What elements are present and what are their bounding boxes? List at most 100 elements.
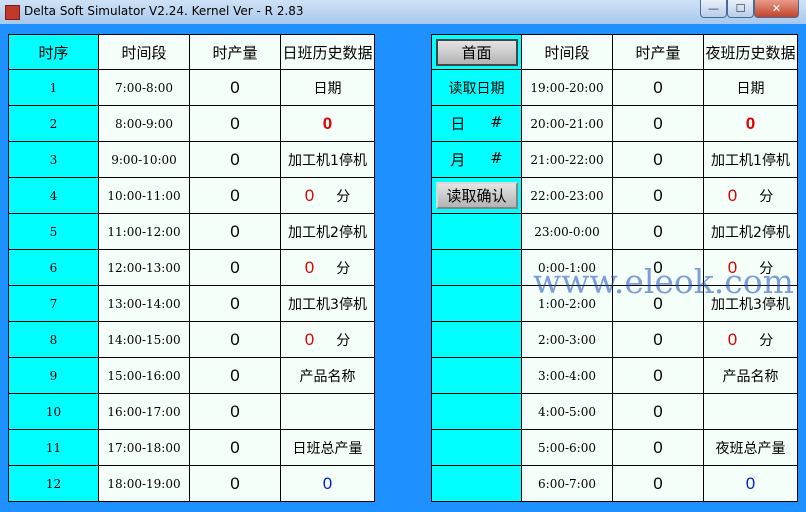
night-time-range: 3:00-4:00: [521, 357, 613, 394]
row-index: 11: [8, 429, 99, 466]
night-time-range: 6:00-7:00: [521, 465, 613, 502]
night-time-range: 5:00-6:00: [521, 429, 613, 466]
row-index: 4: [8, 177, 99, 214]
night-history-cell: 产品名称: [703, 357, 798, 394]
control-cell: [431, 285, 522, 322]
day-history-cell: 加工机1停机: [280, 141, 375, 178]
read-date-label: 读取日期: [448, 80, 505, 97]
control-cell: 日 #: [431, 105, 522, 142]
day-history-cell: 加工机2停机: [280, 213, 375, 250]
night-shift-table: 首面 时间段 时产量 夜班历史数据 读取日期 19:00-20:00 0 日期日 #20…: [431, 34, 798, 502]
day-history-cell: 0: [280, 465, 375, 502]
night-date-label: 日期: [736, 80, 765, 97]
day-product-name-label: 产品名称: [299, 368, 356, 385]
night-time-range: 23:00-0:00: [521, 213, 613, 250]
night-history-cell: 夜班总产量: [703, 429, 798, 466]
day-table-header: 时序 时间段 时产量 日班历史数据: [8, 34, 375, 70]
day-history-cell: 0分: [280, 177, 375, 214]
table-row: 5 11:00-12:00 0 加工机2停机: [8, 213, 375, 250]
table-row: 读取日期 19:00-20:00 0 日期: [431, 69, 798, 106]
day-history-cell: 加工机3停机: [280, 285, 375, 322]
read-confirm-button[interactable]: 读取确认: [435, 182, 518, 209]
day-machine3-stop-minutes: 0: [304, 329, 315, 349]
night-date-value: 0: [745, 113, 756, 133]
day-input[interactable]: 日 #: [433, 113, 521, 134]
hourly-output: 0: [189, 285, 281, 322]
table-row: 11 17:00-18:00 0 日班总产量: [8, 429, 375, 466]
night-hourly-output: 0: [612, 105, 704, 142]
night-history-cell: 加工机2停机: [703, 213, 798, 250]
table-row: 7 13:00-14:00 0 加工机3停机: [8, 285, 375, 322]
maximize-icon: ☐: [735, 2, 746, 15]
night-hourly-output: 0: [612, 141, 704, 178]
table-row: 8 14:00-15:00 0 0 分: [8, 321, 375, 358]
night-table-header: 首面 时间段 时产量 夜班历史数据: [431, 34, 798, 70]
day-shift-table: 时序 时间段 时产量 日班历史数据 1 7:00-8:00 0 日期 2 8:00-9:0…: [8, 34, 375, 502]
day-machine2-stop-minutes: 0: [304, 257, 315, 277]
hourly-output: 0: [189, 249, 281, 286]
day-minute-unit: 分: [336, 188, 351, 205]
table-row: 1:00-2:00 0 加工机3停机: [431, 285, 798, 322]
table-row: 4:00-5:00 0: [431, 393, 798, 430]
night-time-range: 21:00-22:00: [521, 141, 613, 178]
night-hourly-output: 0: [612, 357, 704, 394]
table-row: 23:00-0:00 0 加工机2停机: [431, 213, 798, 250]
day-history-cell: 日期: [280, 69, 375, 106]
day-machine2-stop-label: 加工机2停机: [288, 224, 367, 241]
day-date-value: 0: [322, 113, 333, 133]
time-range: 13:00-14:00: [98, 285, 190, 322]
control-cell: [431, 213, 522, 250]
day-label: 日: [450, 115, 466, 133]
time-range: 14:00-15:00: [98, 321, 190, 358]
night-history-cell: 0: [703, 465, 798, 502]
table-row: 2:00-3:00 0 0 分: [431, 321, 798, 358]
time-range: 7:00-8:00: [98, 69, 190, 106]
night-history-cell: [703, 393, 798, 430]
row-index: 12: [8, 465, 99, 502]
day-machine3-stop-label: 加工机3停机: [288, 296, 367, 313]
night-shift-total-value: 0: [745, 473, 756, 493]
night-time-range: 1:00-2:00: [521, 285, 613, 322]
minimize-button[interactable]: —: [700, 0, 727, 18]
control-cell: 月 #: [431, 141, 522, 178]
night-time-range: 2:00-3:00: [521, 321, 613, 358]
header-day-history: 日班历史数据: [280, 34, 375, 70]
night-product-name-label: 产品名称: [722, 368, 779, 385]
control-cell: 读取日期: [431, 69, 522, 106]
night-history-cell: 加工机1停机: [703, 141, 798, 178]
day-date-label: 日期: [313, 80, 342, 97]
maximize-button[interactable]: ☐: [727, 0, 754, 18]
night-hourly-output: 0: [612, 393, 704, 430]
table-row: 3:00-4:00 0 产品名称: [431, 357, 798, 394]
night-machine1-stop-minutes: 0: [727, 185, 738, 205]
table-row: 0:00-1:00 0 0 分: [431, 249, 798, 286]
row-index: 5: [8, 213, 99, 250]
day-minute-unit: 分: [336, 260, 351, 277]
time-range: 18:00-19:00: [98, 465, 190, 502]
night-hourly-output: 0: [612, 321, 704, 358]
table-row: 读取确认 22:00-23:00 0 0 分: [431, 177, 798, 214]
hourly-output: 0: [189, 321, 281, 358]
hourly-output: 0: [189, 213, 281, 250]
close-button[interactable]: ✕: [754, 0, 799, 18]
header-hourly-output: 时产量: [189, 34, 281, 70]
time-range: 15:00-16:00: [98, 357, 190, 394]
control-cell: [431, 429, 522, 466]
night-time-range: 0:00-1:00: [521, 249, 613, 286]
table-row: 4 10:00-11:00 0 0 分: [8, 177, 375, 214]
control-cell: 读取确认: [431, 177, 522, 214]
night-hourly-output: 0: [612, 69, 704, 106]
home-button[interactable]: 首面: [435, 38, 518, 66]
control-cell: [431, 465, 522, 502]
hourly-output: 0: [189, 393, 281, 430]
night-minute-unit: 分: [759, 260, 774, 277]
home-cell: 首面: [431, 34, 522, 70]
day-history-cell: 日班总产量: [280, 429, 375, 466]
row-index: 9: [8, 357, 99, 394]
hourly-output: 0: [189, 69, 281, 106]
minimize-icon: —: [708, 2, 719, 15]
month-input[interactable]: 月 #: [433, 149, 521, 170]
day-history-cell: 0分: [280, 249, 375, 286]
row-index: 1: [8, 69, 99, 106]
night-history-cell: 0分: [703, 249, 798, 286]
